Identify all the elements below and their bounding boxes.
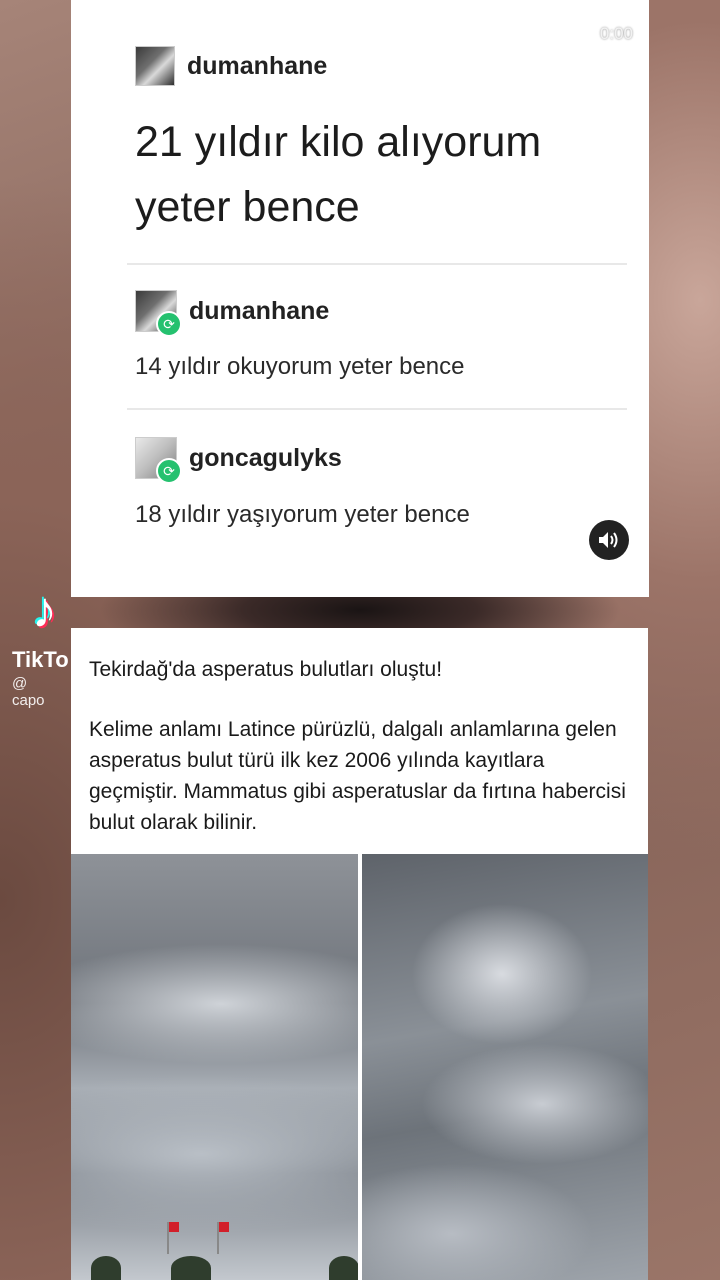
video-timestamp: 0:00 [599, 24, 633, 43]
avatar: ⟳ [135, 437, 182, 484]
avatar: ⟳ [135, 290, 182, 337]
cloud-photo-right [362, 854, 648, 1280]
tiktok-handle: @ capo [12, 675, 45, 709]
tree [91, 1256, 121, 1280]
reply-1-header: ⟳ dumanhane [135, 290, 330, 337]
tumblr-screenshot-card: 0:00 dumanhane 21 yıldır kilo alıyorum y… [71, 0, 649, 597]
speaker-icon [599, 532, 618, 548]
original-post-text: 21 yıldır kilo alıyorum yeter bence [135, 110, 635, 240]
post-text-line-2: yeter bence [135, 183, 360, 231]
reply-2-header: ⟳ goncagulyks [135, 437, 342, 484]
tiktok-logo-icon: ♪ [32, 582, 57, 638]
news-body: Kelime anlamı Latince pürüzlü, dalgalı a… [89, 718, 626, 834]
username: dumanhane [189, 296, 330, 325]
divider [127, 408, 627, 410]
original-post-header: dumanhane [135, 46, 327, 86]
divider [127, 263, 627, 265]
flag [167, 1222, 179, 1254]
tree [329, 1256, 358, 1280]
username: dumanhane [187, 51, 328, 80]
tree [171, 1256, 211, 1280]
reblog-icon: ⟳ [156, 311, 182, 337]
reply-1-text: 14 yıldır okuyorum yeter bence [135, 353, 465, 380]
username: goncagulyks [189, 443, 342, 472]
flag [217, 1222, 229, 1254]
reblog-icon: ⟳ [156, 458, 182, 484]
tiktok-brand: TikTo [12, 647, 69, 672]
news-headline: Tekirdağ'da asperatus bulutları oluştu! [89, 658, 443, 681]
cloud-photo-left [71, 854, 358, 1280]
reply-2-text: 18 yıldır yaşıyorum yeter bence [135, 501, 470, 528]
avatar [135, 46, 175, 86]
sound-toggle-button[interactable] [589, 520, 629, 560]
post-text-line-1: 21 yıldır kilo alıyorum [135, 118, 542, 166]
news-post-card: Tekirdağ'da asperatus bulutları oluştu! … [71, 628, 648, 1280]
